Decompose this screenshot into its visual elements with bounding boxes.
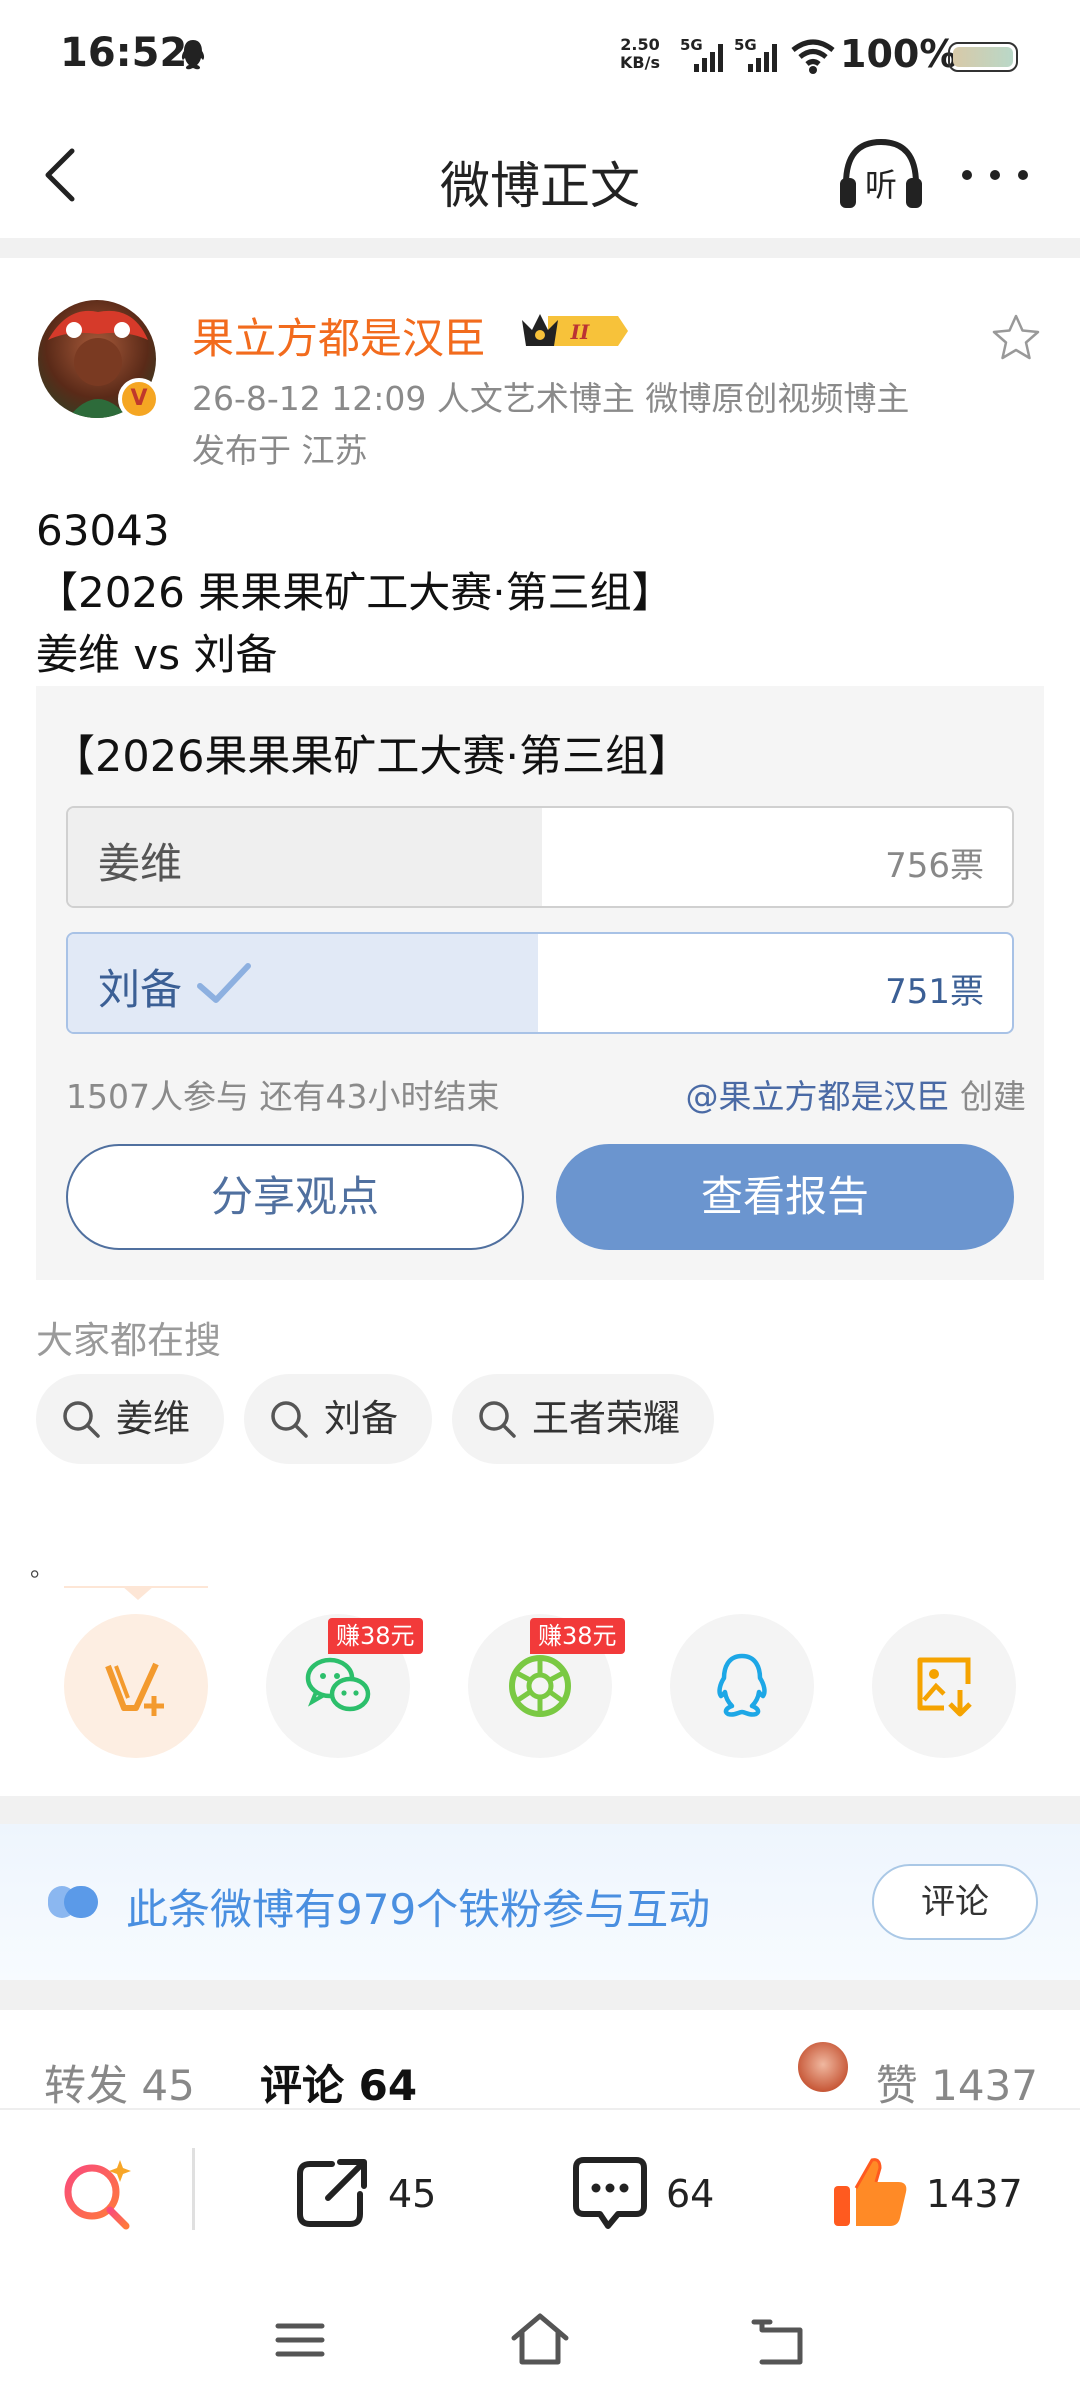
verified-badge-icon: V: [118, 378, 160, 420]
share-pointer-arrow: [122, 1586, 154, 1600]
listen-label: 听: [865, 166, 897, 204]
status-bar: 16:52 2.50 KB/s 5G 5G 100%: [0, 0, 1080, 110]
wifi-icon: [791, 39, 835, 74]
trending-chip[interactable]: 王者荣耀: [452, 1374, 714, 1464]
poll-creator-suffix: 创建: [949, 1077, 1026, 1116]
qq-icon: [717, 1653, 767, 1717]
tab-likes[interactable]: 赞 1437: [876, 2052, 1038, 2113]
trending-chip-label: 刘备: [324, 1397, 398, 1440]
status-time: 16:52: [60, 30, 188, 76]
moments-icon: [509, 1655, 571, 1717]
author-name[interactable]: 果立方都是汉臣: [192, 305, 486, 366]
header-divider: [0, 238, 1080, 258]
poll-title: 【2026果果果矿工大赛·第三组】: [52, 732, 692, 782]
tab-comments[interactable]: 评论 64: [260, 2052, 417, 2113]
poll-option-votes: 751票: [885, 972, 984, 1012]
battery-icon: [948, 42, 1018, 72]
listen-button[interactable]: 听: [836, 134, 926, 214]
search-icon: [479, 1401, 516, 1438]
wechat-icon: [305, 1657, 371, 1712]
poll-stats: 1507人参与 还有43小时结束: [66, 1077, 500, 1116]
tiny-mark: 。: [30, 1554, 54, 1582]
signal-sim2-icon: 5G: [734, 36, 777, 72]
trending-chip-label: 姜维: [116, 1397, 190, 1440]
share-weibo-button[interactable]: [64, 1614, 208, 1758]
fans-text: 此条微博有979个铁粉参与互动: [126, 1885, 711, 1934]
share-qq-button[interactable]: [670, 1614, 814, 1758]
save-image-icon: [917, 1657, 972, 1717]
fans-icon: [48, 1886, 98, 1918]
system-nav-bar: [0, 2280, 1080, 2400]
poll-option-label: 姜维: [98, 839, 183, 888]
post-meta: 26-8-12 12:09 人文艺术博主 微博原创视频博主: [192, 379, 910, 418]
sim1-label: 5G: [680, 36, 703, 54]
search-icon: [63, 1401, 100, 1438]
trending-chip-label: 王者荣耀: [532, 1397, 680, 1440]
like-action[interactable]: 1437: [830, 2152, 1050, 2232]
post-location: 发布于 江苏: [192, 431, 368, 470]
home-icon[interactable]: [508, 2308, 572, 2372]
comment-count: 64: [666, 2172, 715, 2216]
like-count: 1437: [926, 2172, 1023, 2216]
liker-avatar: [796, 2040, 850, 2094]
comment-icon: [573, 2157, 647, 2229]
net-speed-unit: KB/s: [620, 53, 660, 72]
bottom-action-bar: 45 64 1437: [0, 2112, 1080, 2280]
more-options-button[interactable]: [955, 150, 1035, 200]
section-divider: [0, 1980, 1080, 2010]
view-report-button[interactable]: 查看报告: [556, 1144, 1014, 1250]
repost-icon: [297, 2159, 367, 2227]
comment-action[interactable]: 64: [570, 2152, 770, 2232]
iron-fans-banner: 此条微博有979个铁粉参与互动 评论: [0, 1824, 1080, 1980]
member-crown-badge-icon: II: [522, 314, 628, 346]
action-divider: [192, 2148, 195, 2230]
member-level: II: [570, 320, 590, 344]
trending-label: 大家都在搜: [36, 1319, 221, 1362]
back-nav-icon[interactable]: [748, 2308, 812, 2372]
poll-option-liubei[interactable]: 刘备 751票: [66, 932, 1014, 1034]
qq-notification-icon: [181, 40, 205, 70]
net-speed-value: 2.50: [620, 35, 660, 54]
poll-card: 【2026果果果矿工大赛·第三组】 姜维 756票 刘备 751票 1507人参…: [36, 686, 1044, 1280]
trending-chip[interactable]: 刘备: [244, 1374, 432, 1464]
menu-icon[interactable]: [268, 2308, 332, 2372]
earn-reward-tag: 赚38元: [328, 1618, 423, 1654]
search-button[interactable]: [58, 2154, 138, 2234]
repost-action[interactable]: 45: [292, 2152, 492, 2232]
post-tabs: 转发 45 评论 64 赞 1437: [0, 2010, 1080, 2110]
repost-count: 45: [388, 2172, 437, 2216]
weibo-v-plus-icon: [105, 1662, 164, 1716]
earn-reward-tag: 赚38元: [530, 1618, 625, 1654]
selected-check-icon: [197, 963, 251, 1003]
top-nav-bar: 微博正文 听: [0, 110, 1080, 238]
share-opinion-button[interactable]: 分享观点: [66, 1144, 524, 1250]
sim2-label: 5G: [734, 36, 757, 54]
trending-chip[interactable]: 姜维: [36, 1374, 224, 1464]
search-icon: [271, 1401, 308, 1438]
post-text: 63043 【2026 果果果矿工大赛·第三组】 姜维 vs 刘备: [36, 506, 674, 679]
poll-option-votes: 756票: [885, 846, 984, 886]
poll-creator: @果立方都是汉臣 创建: [686, 1070, 1027, 1118]
signal-sim1-icon: 5G: [680, 36, 723, 72]
poll-option-jiangwei[interactable]: 姜维 756票: [66, 806, 1014, 908]
fans-comment-button[interactable]: 评论: [872, 1864, 1038, 1940]
battery-percent: 100%: [840, 32, 958, 76]
network-speed: 2.50 KB/s: [620, 36, 660, 72]
section-divider: [0, 1796, 1080, 1824]
save-image-button[interactable]: [872, 1614, 1016, 1758]
favorite-star-button[interactable]: [990, 312, 1042, 364]
thumbs-up-icon: [834, 2158, 907, 2226]
poll-creator-link[interactable]: @果立方都是汉臣: [686, 1077, 950, 1116]
tab-reposts[interactable]: 转发 45: [44, 2052, 195, 2113]
poll-option-label: 刘备: [98, 965, 183, 1014]
